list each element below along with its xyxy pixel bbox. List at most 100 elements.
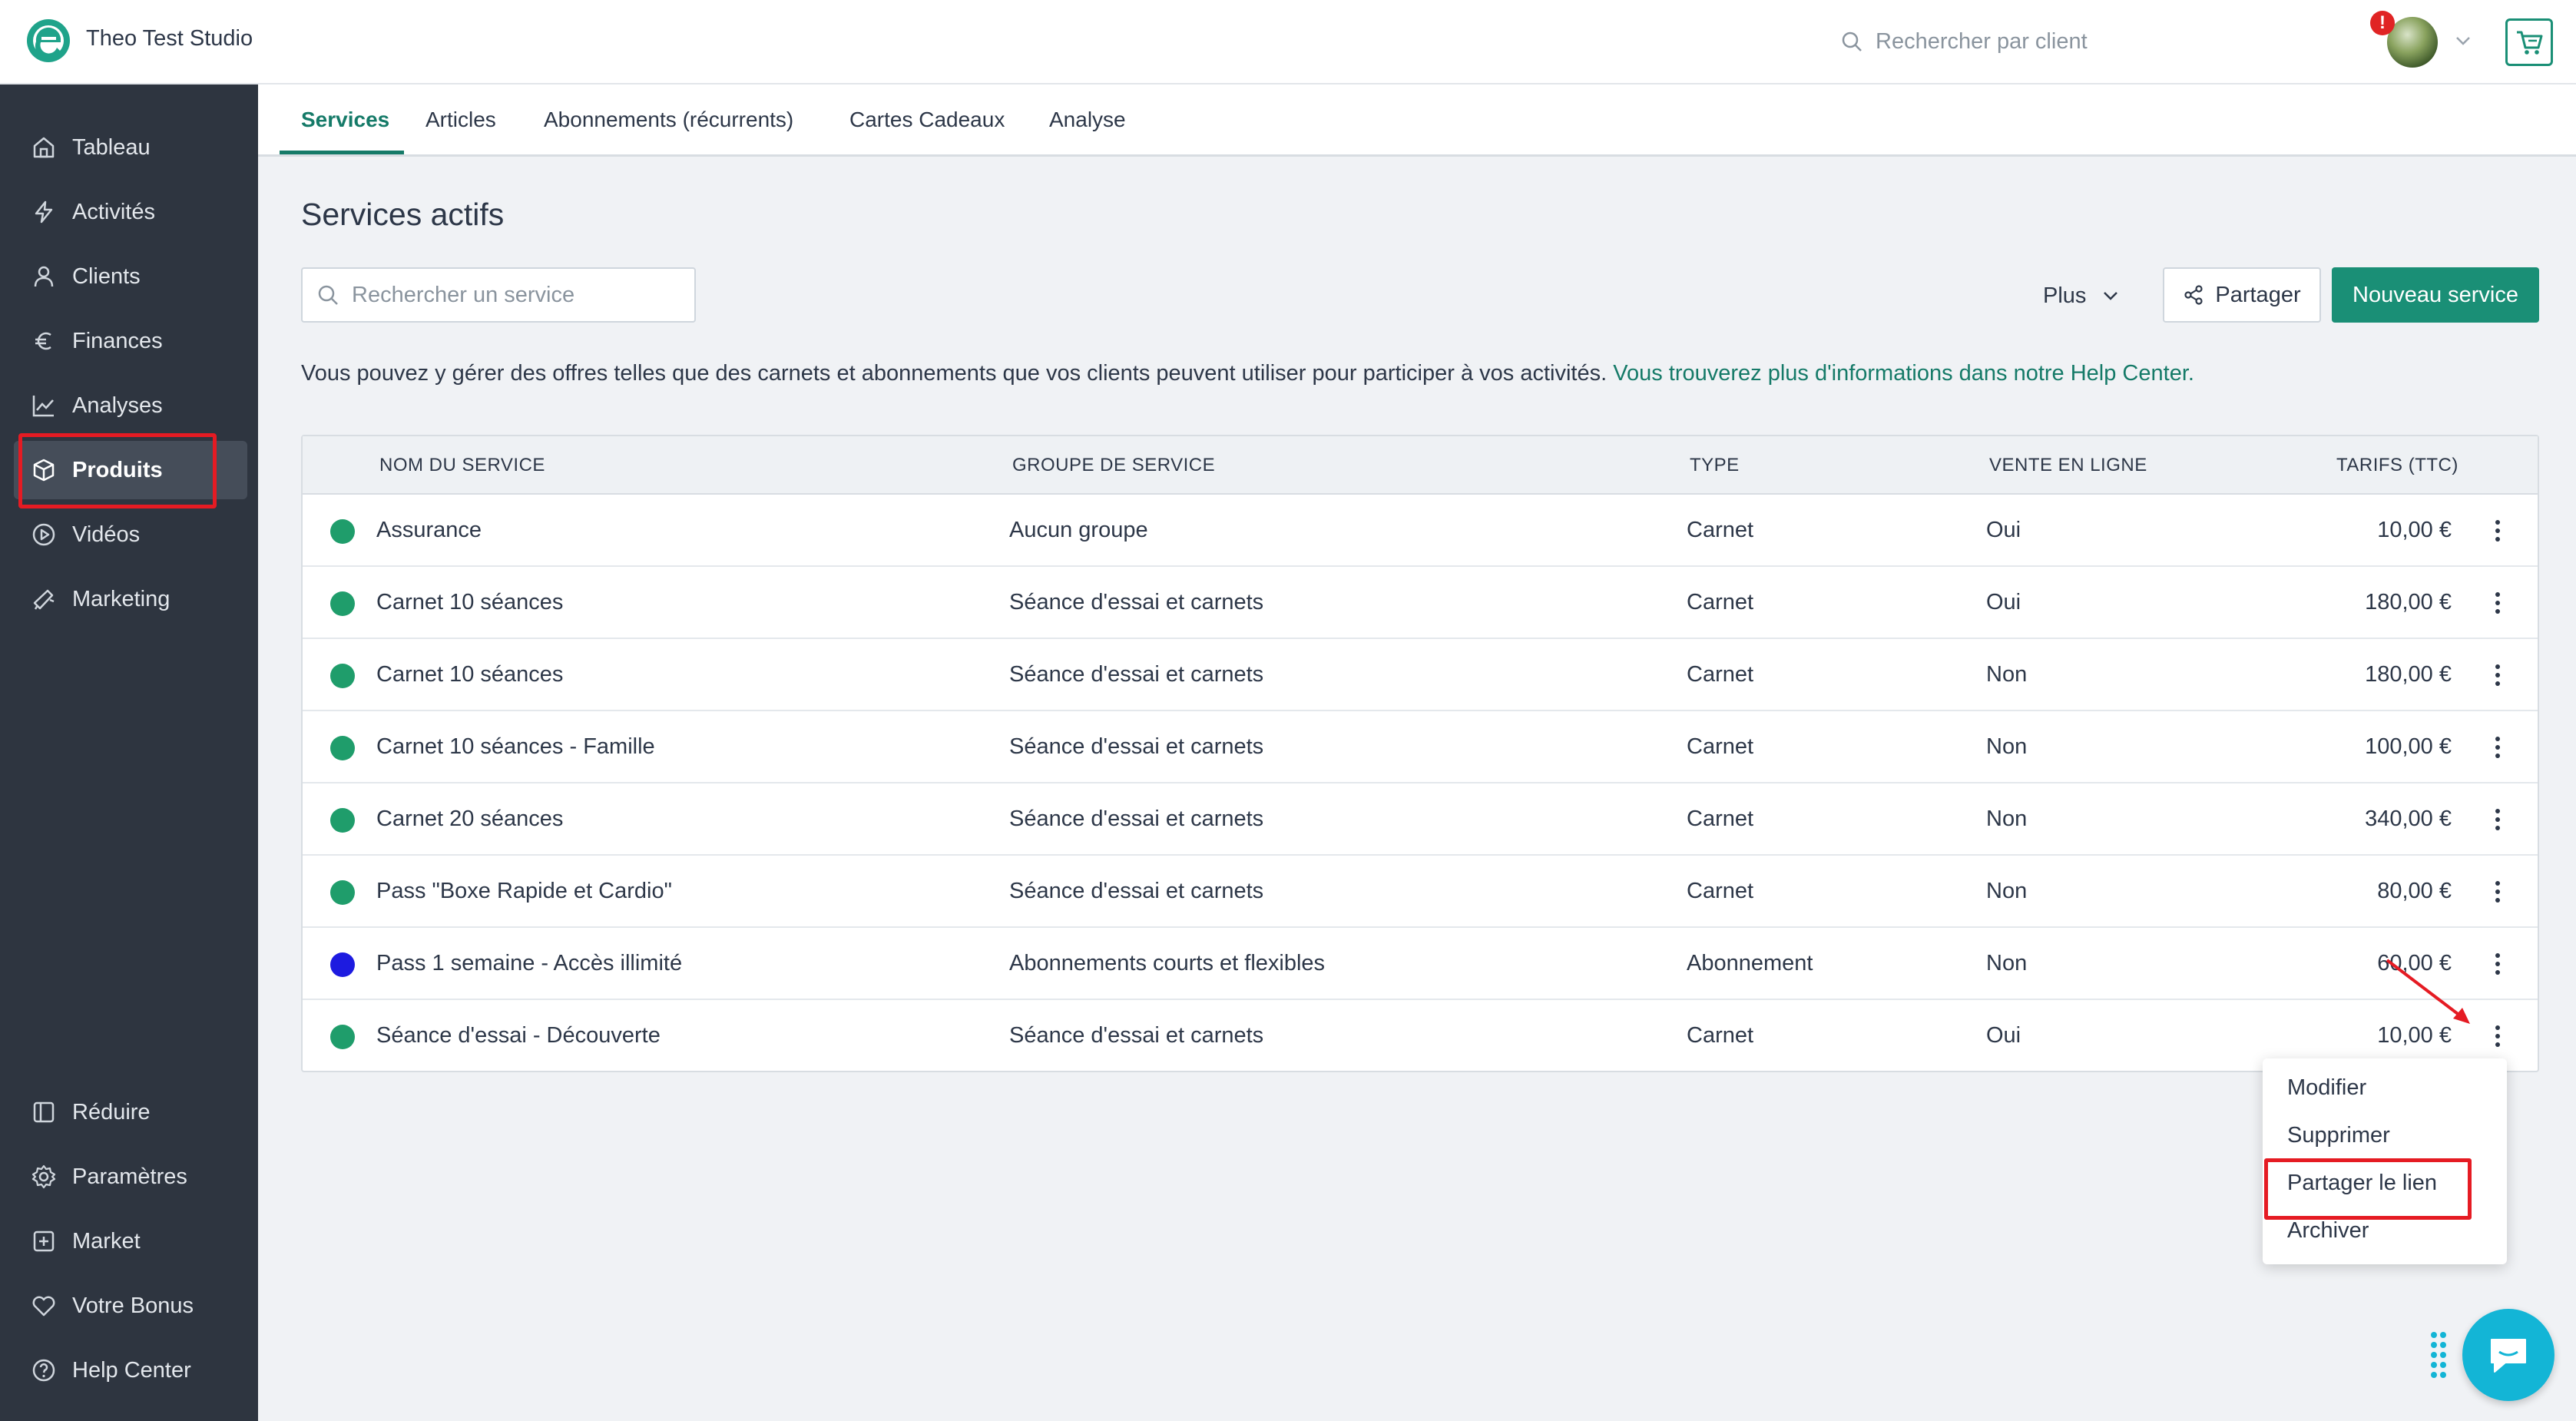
chat-button[interactable] bbox=[2462, 1309, 2554, 1401]
table-row[interactable]: Pass 1 semaine - Accès illimité Abonneme… bbox=[303, 928, 2538, 1000]
avatar[interactable] bbox=[2387, 17, 2438, 68]
help-center-link[interactable]: Vous trouverez plus d'informations dans … bbox=[1613, 361, 2194, 386]
table-header: NOM DU SERVICE GROUPE DE SERVICE TYPE VE… bbox=[303, 436, 2538, 495]
sidebar-item-produits[interactable]: Produits bbox=[14, 441, 247, 499]
row-menu-button[interactable] bbox=[2482, 948, 2513, 980]
tab-services[interactable]: Services bbox=[301, 108, 389, 132]
cart-icon bbox=[2517, 31, 2543, 55]
table-row[interactable]: Carnet 10 séances Séance d'essai et carn… bbox=[303, 567, 2538, 639]
price: 80,00 € bbox=[2377, 879, 2452, 903]
alert-badge[interactable]: ! bbox=[2370, 11, 2395, 35]
service-search-input[interactable] bbox=[352, 282, 690, 308]
row-menu-button[interactable] bbox=[2482, 659, 2513, 691]
sidebar-item-marketing[interactable]: Marketing bbox=[14, 570, 247, 628]
price: 180,00 € bbox=[2365, 662, 2452, 687]
service-type: Abonnement bbox=[1687, 951, 1813, 975]
row-menu-button[interactable] bbox=[2482, 587, 2513, 619]
play-icon bbox=[32, 523, 55, 546]
sidebar-item-label: Paramètres bbox=[72, 1164, 187, 1189]
table-row[interactable]: Carnet 20 séances Séance d'essai et carn… bbox=[303, 783, 2538, 856]
tab-abonnements[interactable]: Abonnements (récurrents) bbox=[544, 108, 793, 132]
service-group: Séance d'essai et carnets bbox=[1009, 734, 1264, 759]
sidebar-item-clients[interactable]: Clients bbox=[14, 247, 247, 306]
search-icon bbox=[318, 285, 338, 305]
service-type: Carnet bbox=[1687, 518, 1754, 542]
header-vente-en-ligne[interactable]: VENTE EN LIGNE bbox=[1989, 455, 2147, 476]
service-name: Carnet 10 séances - Famille bbox=[376, 734, 655, 759]
share-button[interactable]: Partager bbox=[2163, 267, 2321, 323]
table-row[interactable]: Carnet 10 séances Séance d'essai et carn… bbox=[303, 639, 2538, 711]
app-logo-icon[interactable] bbox=[26, 18, 71, 63]
service-name: Carnet 20 séances bbox=[376, 807, 564, 831]
online-sale: Non bbox=[1986, 951, 2028, 975]
service-search[interactable] bbox=[301, 267, 696, 323]
menu-item-modifier[interactable]: Modifier bbox=[2287, 1075, 2366, 1101]
drag-handle-icon[interactable] bbox=[2427, 1329, 2450, 1381]
table-row[interactable]: Séance d'essai - Découverte Séance d'ess… bbox=[303, 1000, 2538, 1072]
header-nom-du-service[interactable]: NOM DU SERVICE bbox=[379, 455, 545, 476]
active-tab-indicator bbox=[280, 151, 404, 154]
chevron-down-icon[interactable] bbox=[2453, 31, 2473, 51]
sidebar-item-tableau[interactable]: Tableau bbox=[14, 118, 247, 177]
sidebar-item-finances[interactable]: Finances bbox=[14, 312, 247, 370]
sidebar-item-label: Market bbox=[72, 1228, 141, 1254]
service-name: Pass 1 semaine - Accès illimité bbox=[376, 951, 683, 975]
online-sale: Oui bbox=[1986, 590, 2021, 614]
bolt-icon bbox=[35, 200, 53, 224]
sidebar-item-market[interactable]: Market bbox=[14, 1212, 247, 1270]
tab-analyse[interactable]: Analyse bbox=[1049, 108, 1126, 132]
new-service-button[interactable]: Nouveau service bbox=[2332, 267, 2539, 323]
sidebar-item-label: Votre Bonus bbox=[72, 1293, 194, 1318]
header-tarifs[interactable]: TARIFS (TTC) bbox=[2336, 455, 2458, 476]
client-search[interactable] bbox=[1840, 25, 2163, 58]
row-menu-button[interactable] bbox=[2482, 876, 2513, 908]
online-sale: Non bbox=[1986, 734, 2028, 759]
tab-cartes-cadeaux[interactable]: Cartes Cadeaux bbox=[849, 108, 1005, 132]
share-label: Partager bbox=[2215, 282, 2301, 307]
sidebar-item-label: Marketing bbox=[72, 586, 171, 611]
row-menu-button[interactable] bbox=[2482, 515, 2513, 547]
info-text: Vous pouvez y gérer des offres telles qu… bbox=[301, 361, 2194, 386]
table-row[interactable]: Assurance Aucun groupe Carnet Oui 10,00 … bbox=[303, 495, 2538, 567]
menu-item-archiver[interactable]: Archiver bbox=[2287, 1218, 2369, 1244]
header-groupe-de-service[interactable]: GROUPE DE SERVICE bbox=[1012, 455, 1215, 476]
box-icon bbox=[33, 459, 55, 482]
page-title: Services actifs bbox=[301, 197, 505, 232]
online-sale: Non bbox=[1986, 807, 2028, 831]
online-sale: Oui bbox=[1986, 1023, 2021, 1048]
client-search-input[interactable] bbox=[1876, 28, 2152, 55]
menu-item-supprimer[interactable]: Supprimer bbox=[2287, 1123, 2390, 1148]
status-dot bbox=[330, 880, 355, 905]
info-description: Vous pouvez y gérer des offres telles qu… bbox=[301, 361, 1608, 386]
plus-dropdown[interactable]: Plus bbox=[2043, 269, 2121, 323]
service-name: Pass "Boxe Rapide et Cardio" bbox=[376, 879, 672, 903]
sidebar-item-activites[interactable]: Activités bbox=[14, 183, 247, 241]
collapse-icon bbox=[33, 1101, 55, 1123]
service-name: Assurance bbox=[376, 518, 482, 542]
gear-icon bbox=[31, 1164, 56, 1189]
sidebar-item-help-center[interactable]: Help Center bbox=[14, 1341, 247, 1399]
menu-item-partager-le-lien[interactable]: Partager le lien bbox=[2287, 1171, 2437, 1196]
service-name: Carnet 10 séances bbox=[376, 662, 564, 687]
row-menu-button[interactable] bbox=[2482, 803, 2513, 836]
status-dot bbox=[330, 952, 355, 977]
sidebar-item-votre-bonus[interactable]: Votre Bonus bbox=[14, 1277, 247, 1335]
row-menu-button[interactable] bbox=[2482, 1020, 2513, 1052]
table-row[interactable]: Carnet 10 séances - Famille Séance d'ess… bbox=[303, 711, 2538, 783]
studio-name: Theo Test Studio bbox=[86, 26, 253, 51]
euro-icon bbox=[35, 332, 51, 350]
sidebar-item-videos[interactable]: Vidéos bbox=[14, 505, 247, 564]
tab-articles[interactable]: Articles bbox=[425, 108, 496, 132]
user-icon bbox=[34, 266, 54, 287]
row-menu-button[interactable] bbox=[2482, 731, 2513, 763]
sidebar-item-reduire[interactable]: Réduire bbox=[14, 1083, 247, 1141]
sidebar-item-parametres[interactable]: Paramètres bbox=[14, 1148, 247, 1206]
help-icon bbox=[32, 1359, 55, 1382]
sidebar-item-analyses[interactable]: Analyses bbox=[14, 376, 247, 435]
sidebar-item-label: Help Center bbox=[72, 1357, 191, 1383]
table-row[interactable]: Pass "Boxe Rapide et Cardio" Séance d'es… bbox=[303, 856, 2538, 928]
online-sale: Non bbox=[1986, 879, 2028, 903]
price: 180,00 € bbox=[2365, 590, 2452, 614]
header-type[interactable]: TYPE bbox=[1690, 455, 1740, 476]
cart-button[interactable] bbox=[2505, 18, 2553, 66]
